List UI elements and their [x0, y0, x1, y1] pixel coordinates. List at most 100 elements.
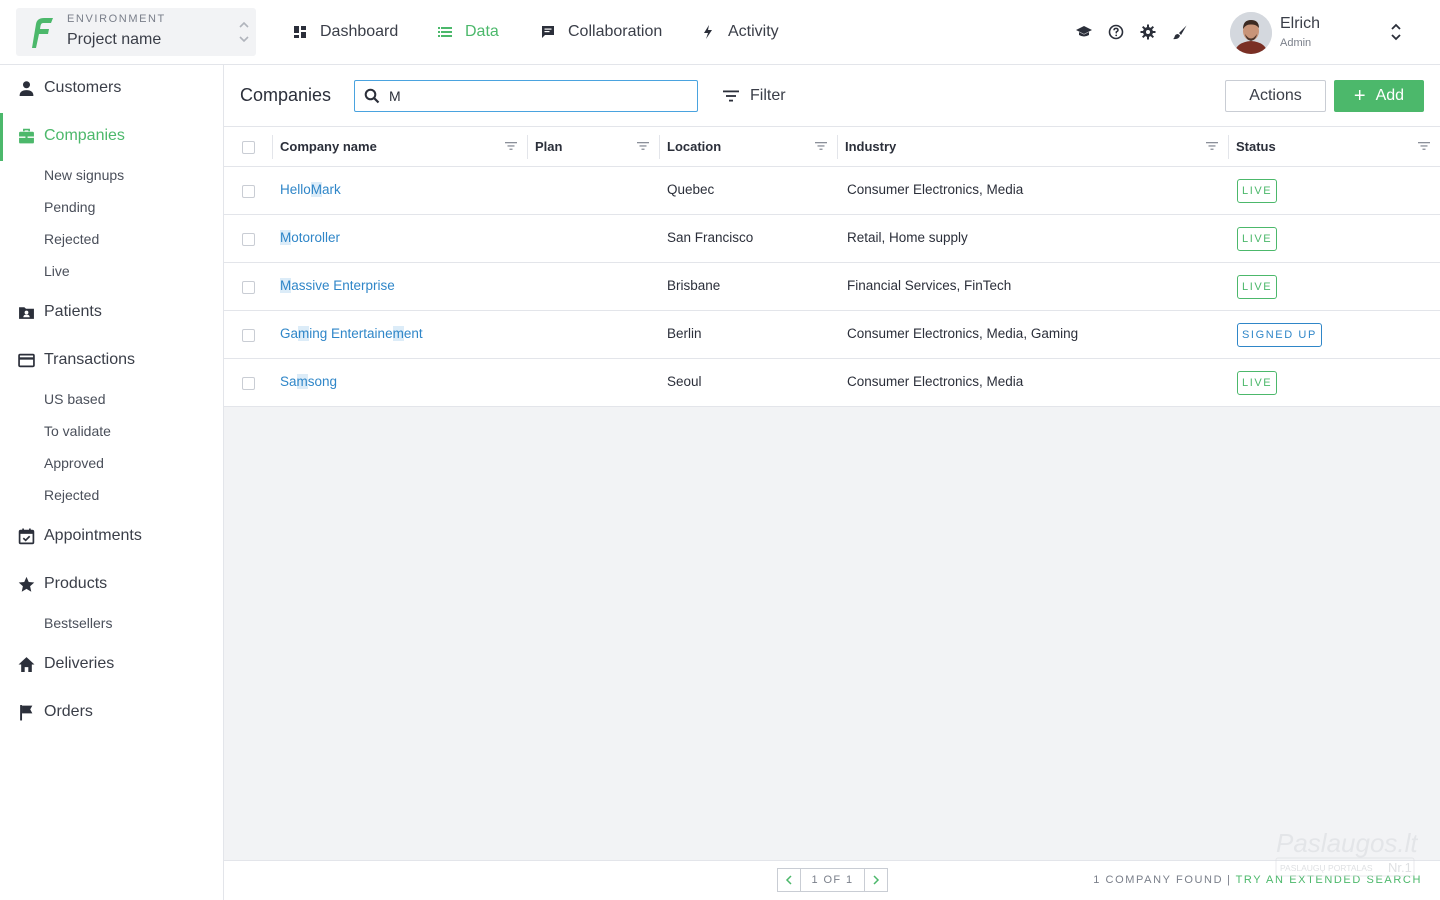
companies-table: Company name Plan Location Industry Stat…: [224, 127, 1440, 407]
nav-collaboration[interactable]: Collaboration: [540, 0, 662, 64]
sidebar-subitem-new-signups[interactable]: New signups: [44, 167, 124, 187]
sidebar-subitem-pending[interactable]: Pending: [44, 199, 95, 219]
results-count: 1 COMPANY FOUND: [1093, 874, 1224, 886]
nav-collaboration-label: Collaboration: [568, 23, 663, 40]
chevron-up-down-icon[interactable]: [238, 19, 250, 45]
chevron-up-down-icon[interactable]: [1390, 22, 1402, 42]
add-button[interactable]: + Add: [1334, 80, 1424, 112]
star-icon: [18, 576, 35, 592]
column-filter-icon[interactable]: [505, 141, 517, 151]
column-header-label: Location: [667, 139, 722, 154]
status-badge: LIVE: [1237, 179, 1278, 203]
nav-dashboard[interactable]: Dashboard: [292, 0, 398, 64]
company-name-link[interactable]: Samsong: [280, 374, 337, 389]
industry-cell: Consumer Electronics, Media: [847, 182, 1024, 197]
table-row[interactable]: Samsong Seoul Consumer Electronics, Medi…: [224, 359, 1440, 407]
sidebar-subitem-us-based[interactable]: US based: [44, 391, 105, 411]
industry-cell: Consumer Electronics, Media, Gaming: [847, 326, 1079, 341]
sidebar-subitem-approved[interactable]: Approved: [44, 455, 104, 475]
nav-data[interactable]: Data: [437, 0, 499, 64]
row-checkbox[interactable]: [242, 329, 255, 342]
sidebar-subitem-rejected[interactable]: Rejected: [44, 231, 99, 251]
brush-icon[interactable]: [1172, 24, 1188, 40]
table-row[interactable]: Motoroller San Francisco Retail, Home su…: [224, 215, 1440, 263]
prev-page-button[interactable]: [777, 868, 801, 892]
list-toolbar: Companies Filter Actions + Add: [224, 65, 1440, 127]
bolt-icon: [704, 25, 712, 39]
column-header-industry[interactable]: Industry: [837, 127, 1228, 167]
flag-icon: [20, 705, 33, 721]
row-checkbox[interactable]: [242, 233, 255, 246]
column-filter-icon[interactable]: [815, 141, 827, 151]
separator: |: [1227, 874, 1232, 886]
list-footer: 1 OF 1 1 COMPANY FOUND | TRY AN EXTENDED S…: [224, 860, 1440, 900]
row-checkbox[interactable]: [242, 377, 255, 390]
table-row[interactable]: Massive Enterprise Brisbane Financial Se…: [224, 263, 1440, 311]
search-match-highlight: M: [280, 278, 292, 293]
column-filter-icon[interactable]: [1206, 141, 1218, 151]
company-name-link[interactable]: HelloMark: [280, 182, 341, 197]
search-match-highlight: M: [310, 182, 323, 197]
chevron-right-icon: [873, 875, 880, 885]
column-header-plan[interactable]: Plan: [527, 127, 659, 167]
search-icon: [364, 88, 380, 104]
row-checkbox[interactable]: [242, 281, 255, 294]
top-bar: ENVIRONMENT Project name Dashboard Data: [0, 0, 1440, 65]
status-badge: LIVE: [1237, 371, 1278, 395]
search-box[interactable]: [354, 80, 698, 112]
sidebar-item-companies[interactable]: Companies: [0, 113, 223, 161]
nav-activity[interactable]: Activity: [700, 0, 779, 64]
svg-text:PASLAUGŲ PORTALAS: PASLAUGŲ PORTALAS: [1280, 863, 1373, 873]
sidebar-item-patients[interactable]: Patients: [0, 289, 223, 337]
home-icon: [18, 657, 35, 672]
actions-button[interactable]: Actions: [1225, 80, 1326, 112]
sidebar-item-label: Companies: [44, 127, 125, 144]
location-cell: Brisbane: [667, 278, 721, 293]
row-checkbox[interactable]: [242, 185, 255, 198]
help-icon[interactable]: [1108, 24, 1124, 40]
next-page-button[interactable]: [864, 868, 888, 892]
filter-button[interactable]: Filter: [722, 84, 786, 108]
environment-selector[interactable]: ENVIRONMENT Project name: [16, 8, 256, 56]
chevron-left-icon: [785, 875, 792, 885]
sidebar-item-transactions[interactable]: Transactions: [0, 337, 223, 385]
search-match-highlight: m: [392, 326, 404, 341]
add-label: Add: [1375, 87, 1405, 104]
status-badge: LIVE: [1237, 227, 1278, 251]
sidebar-subitem-bestsellers[interactable]: Bestsellers: [44, 615, 112, 635]
name-text: otoroller: [291, 230, 341, 245]
sidebar-item-products[interactable]: Products: [0, 561, 223, 609]
name-text: ing Entertaine: [309, 326, 393, 341]
person-icon: [19, 81, 34, 96]
select-all-checkbox[interactable]: [242, 141, 255, 154]
calendar-check-icon: [18, 528, 35, 545]
sidebar-item-label: Orders: [44, 703, 93, 720]
column-header-company-name[interactable]: Company name: [272, 127, 527, 167]
sidebar-item-orders[interactable]: Orders: [0, 689, 223, 737]
company-name-link[interactable]: Gaming Entertainement: [280, 326, 423, 341]
graduation-cap-icon[interactable]: [1076, 24, 1092, 40]
list-icon: [438, 27, 452, 37]
company-name-link[interactable]: Motoroller: [280, 230, 340, 245]
table-row[interactable]: Gaming Entertainement Berlin Consumer El…: [224, 311, 1440, 359]
svg-text:Paslaugos.lt: Paslaugos.lt: [1276, 828, 1418, 858]
sidebar-item-customers[interactable]: Customers: [0, 65, 223, 113]
sidebar-item-label: Deliveries: [44, 655, 115, 672]
nav-activity-label: Activity: [728, 23, 779, 40]
sidebar-subitem-to-validate[interactable]: To validate: [44, 423, 111, 443]
user-menu[interactable]: Elrich Admin: [1230, 10, 1430, 54]
sidebar-item-deliveries[interactable]: Deliveries: [0, 641, 223, 689]
sidebar-subitem-live[interactable]: Live: [44, 263, 70, 283]
column-filter-icon[interactable]: [637, 141, 649, 151]
company-name-link[interactable]: Massive Enterprise: [280, 278, 395, 293]
column-filter-icon[interactable]: [1418, 141, 1430, 151]
table-row[interactable]: HelloMark Quebec Consumer Electronics, M…: [224, 167, 1440, 215]
sidebar-item-appointments[interactable]: Appointments: [0, 513, 223, 561]
search-input[interactable]: [389, 85, 689, 107]
gear-icon[interactable]: [1140, 24, 1156, 40]
sidebar-subitem-rejected[interactable]: Rejected: [44, 487, 99, 507]
name-text: assive Enterprise: [291, 278, 395, 293]
column-header-location[interactable]: Location: [659, 127, 837, 167]
column-header-status[interactable]: Status: [1228, 127, 1440, 167]
contact-folder-icon: [19, 307, 34, 319]
